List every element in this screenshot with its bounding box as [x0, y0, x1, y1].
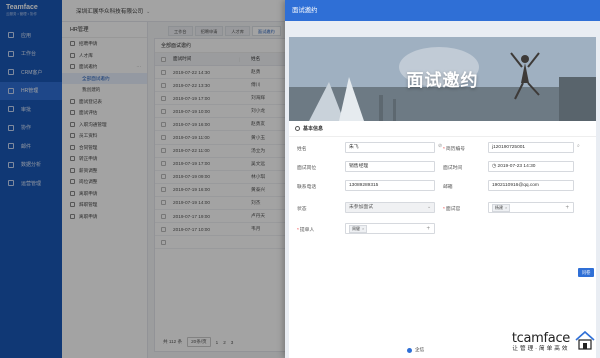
submitter-label: *提单人: [297, 228, 315, 233]
submitter-picker[interactable]: 周健 × +: [345, 223, 435, 234]
email-label: 邮箱: [443, 185, 453, 190]
submitter-tag-text: 周健: [352, 225, 360, 231]
interviewer-label: *面试官: [443, 207, 461, 212]
link-icon[interactable]: ⊘: [438, 143, 442, 149]
banner-image: 面试邀约: [289, 37, 596, 121]
feedback-badge[interactable]: 问卷: [578, 268, 594, 277]
email-input[interactable]: 1902110916@qq.com: [488, 180, 574, 191]
chevron-down-icon: ⌄: [426, 205, 431, 210]
interviewer-label-text: 面试官: [445, 207, 461, 212]
drawer-body: 面试邀约 基本信息 姓名 朱飞 ⊘ *简历编号 j120190725001 ⌕ …: [285, 21, 600, 358]
time-input[interactable]: ◷ 2019-07-23 14:30: [488, 161, 574, 172]
phone-label: 联系电话: [297, 185, 317, 190]
modal-overlay[interactable]: [0, 0, 285, 358]
watermark: tcamface 让管理·简单高效: [512, 331, 570, 352]
watermark-slogan: 让管理·简单高效: [512, 346, 570, 352]
name-label: 姓名: [297, 147, 307, 152]
messenger-launcher[interactable]: 企信: [403, 344, 429, 356]
interviewer-picker[interactable]: 杨建 × +: [488, 202, 574, 213]
drawer-title: 面试邀约: [285, 0, 600, 21]
form-card: 面试邀约 基本信息 姓名 朱飞 ⊘ *简历编号 j120190725001 ⌕ …: [289, 37, 596, 358]
remove-tag-icon[interactable]: ×: [362, 226, 364, 231]
banner-title: 面试邀约: [406, 71, 479, 90]
add-icon[interactable]: +: [426, 224, 430, 234]
house-logo-icon: [575, 330, 595, 350]
submitter-label-text: 提单人: [299, 228, 315, 233]
phone-input[interactable]: 13089289315: [345, 180, 435, 191]
time-value: 2019-07-23 14:30: [497, 164, 536, 169]
resume-id-input[interactable]: j120190725001: [488, 142, 574, 153]
messenger-label: 企信: [415, 347, 425, 352]
basic-info-form: 姓名 朱飞 ⊘ *简历编号 j120190725001 ⌕ 面试岗位 销售经理 …: [289, 137, 596, 247]
submitter-tag: 周健 ×: [349, 224, 368, 233]
collapse-icon: [295, 126, 300, 131]
section-title: 基本信息: [303, 126, 324, 132]
search-icon[interactable]: ⌕: [577, 143, 580, 149]
resume-label-text: 简历编号: [445, 147, 466, 152]
status-value: 未参加面试: [349, 205, 373, 210]
name-input[interactable]: 朱飞: [345, 142, 435, 153]
remove-tag-icon[interactable]: ×: [505, 205, 507, 210]
time-label: 面试时间: [443, 166, 463, 171]
section-basic-info[interactable]: 基本信息: [289, 121, 596, 137]
position-input[interactable]: 销售经理: [345, 161, 435, 172]
position-label: 面试岗位: [297, 166, 317, 171]
resume-label: *简历编号: [443, 147, 466, 152]
chat-icon: [407, 347, 412, 353]
status-select[interactable]: 未参加面试 ⌄: [345, 202, 435, 213]
add-icon[interactable]: +: [565, 203, 569, 213]
interview-drawer: 面试邀约 面试邀约 基本信息 姓名 朱飞 ⊘ *简历编号 j1201907250…: [285, 0, 600, 358]
interviewer-tag: 杨建 ×: [492, 203, 511, 212]
interviewer-tag-text: 杨建: [495, 204, 503, 210]
status-label: 状态: [297, 207, 307, 212]
